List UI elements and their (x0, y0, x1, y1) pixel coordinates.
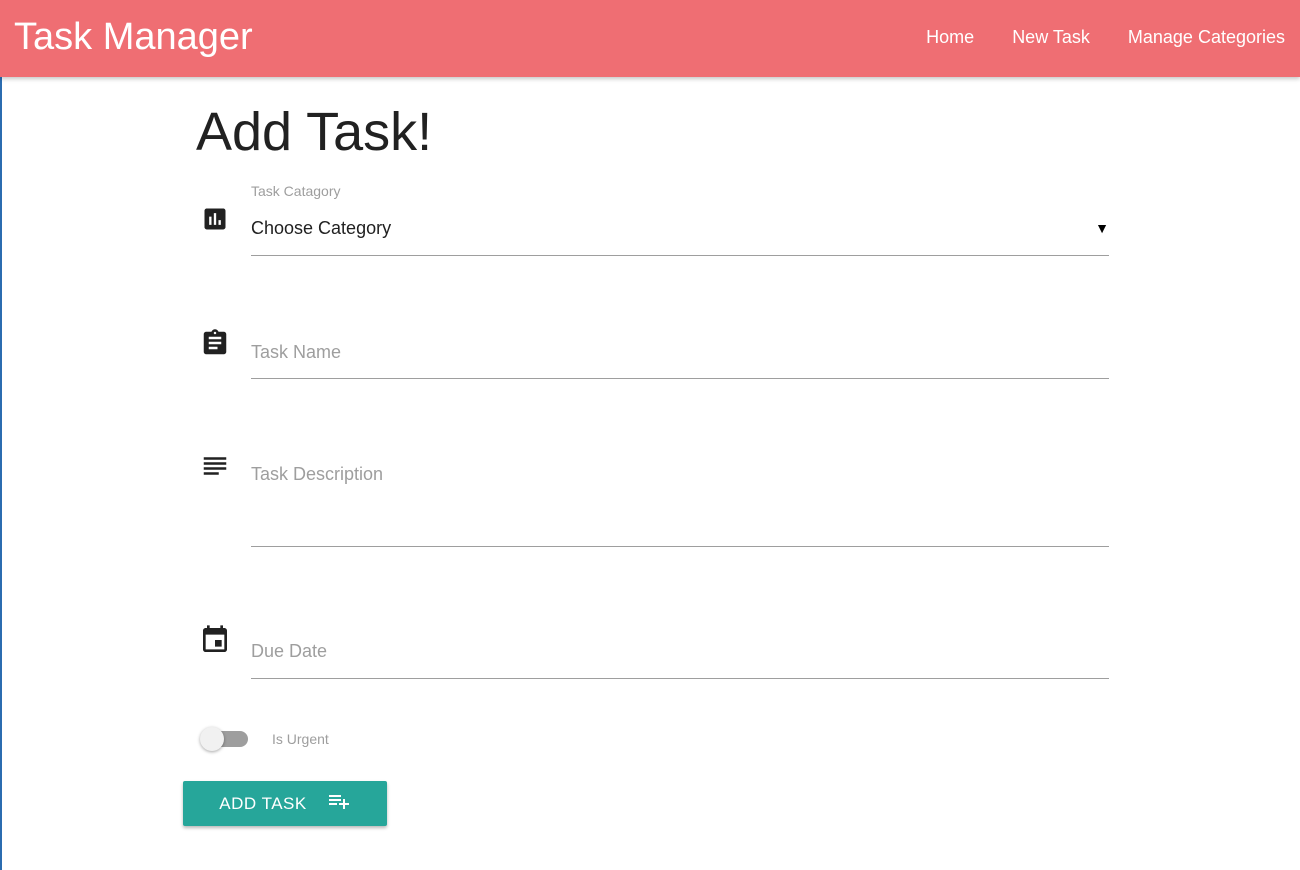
playlist-add-icon (327, 789, 351, 818)
due-date-input[interactable]: Due Date (251, 639, 1109, 679)
navbar: Task Manager Home New Task Manage Catego… (0, 0, 1300, 77)
nav-links: Home New Task Manage Categories (926, 24, 1285, 50)
task-description-placeholder: Task Description (251, 464, 384, 484)
assignment-icon (196, 324, 234, 362)
urgent-toggle-thumb[interactable] (200, 727, 224, 751)
nav-link-manage-categories[interactable]: Manage Categories (1128, 24, 1285, 50)
add-task-button-label: ADD TASK (219, 793, 307, 813)
page-title: Add Task! (196, 102, 433, 162)
notes-icon (196, 447, 234, 485)
task-name-placeholder: Task Name (251, 342, 342, 362)
category-select[interactable]: Choose Category ▼ (251, 213, 1109, 256)
nav-link-home[interactable]: Home (926, 24, 974, 50)
window-left-edge (0, 0, 2, 870)
category-field: Task Catagory Choose Category ▼ (196, 183, 1109, 257)
brand-logo[interactable]: Task Manager (14, 14, 253, 60)
category-selected-value: Choose Category (251, 218, 392, 238)
task-name-input[interactable]: Task Name (251, 340, 1109, 379)
due-date-placeholder: Due Date (251, 641, 328, 661)
task-description-field: Task Description (196, 450, 1109, 548)
add-task-button[interactable]: ADD TASK (183, 781, 387, 826)
category-label: Task Catagory (251, 183, 341, 199)
urgent-toggle[interactable] (200, 727, 248, 751)
due-date-field: Due Date (196, 621, 1109, 679)
bar-chart-icon (196, 200, 234, 238)
task-description-textarea[interactable]: Task Description (251, 462, 1109, 547)
task-name-field: Task Name (196, 322, 1109, 380)
calendar-icon (196, 621, 234, 659)
dropdown-caret-icon[interactable]: ▼ (1095, 220, 1109, 236)
urgent-label: Is Urgent (272, 731, 329, 747)
nav-link-new-task[interactable]: New Task (1012, 24, 1090, 50)
urgent-switch-row[interactable]: Is Urgent (200, 727, 329, 751)
